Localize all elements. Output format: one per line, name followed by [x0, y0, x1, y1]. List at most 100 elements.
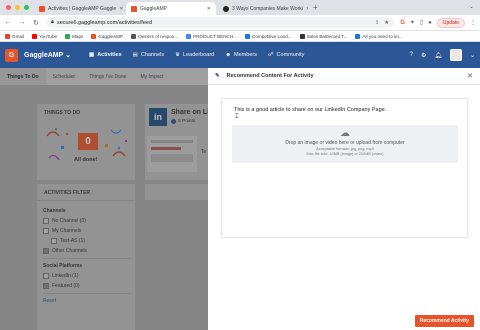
bookmarks-bar: Gmail YouTube Maps GaggleAMP Owners of r…	[0, 31, 480, 42]
browser-tab-1[interactable]: Activities | GaggleAMP Gaggle ✕	[34, 2, 124, 15]
bookmark-maps[interactable]: Maps	[65, 33, 84, 39]
maps-icon	[65, 33, 71, 39]
settings-gear-icon[interactable]: ⚙	[421, 52, 426, 59]
browser-tab-3[interactable]: 3 Ways Companies Make Worki ✕	[218, 2, 308, 15]
bookmark-all-you-need[interactable]: All you need to kn...	[355, 33, 403, 39]
bookmark-page-icon	[355, 33, 361, 39]
nav-leaderboard[interactable]: ♛ Leaderboard	[175, 52, 214, 58]
sidebar-icon[interactable]: ▯	[420, 19, 423, 26]
activities-icon: ▦	[88, 52, 95, 58]
menu-kebab-icon[interactable]: ⋮	[470, 19, 476, 26]
bookmark-page-icon	[186, 33, 192, 39]
bookmark-owners[interactable]: Owners of respon...	[131, 33, 179, 39]
bookmark-sales-battlecard[interactable]: Sales Battlecard T...	[299, 33, 348, 39]
cloud-upload-icon: ☁	[340, 128, 350, 139]
bookmark-competitive[interactable]: Competitive Land...	[245, 33, 292, 39]
forward-arrow-icon[interactable]: →	[18, 19, 26, 26]
new-tab-icon[interactable]: +	[313, 3, 318, 12]
nav-label: Members	[234, 52, 257, 58]
bookmark-label: All you need to kn...	[362, 33, 403, 39]
close-tab-icon[interactable]: ✕	[119, 6, 123, 12]
content-editor[interactable]: This is a good article to share on our L…	[221, 98, 468, 238]
maximize-window-button[interactable]	[24, 5, 29, 10]
tab-label: 3 Ways Companies Make Worki	[232, 5, 303, 12]
close-icon[interactable]: ✕	[467, 72, 473, 80]
nav-label: Community	[276, 52, 305, 58]
leaderboard-icon: ♛	[175, 52, 181, 58]
bookmark-product-bench[interactable]: PRODUCT BENCH...	[186, 33, 237, 39]
site-favicon-icon	[223, 5, 229, 12]
edit-pencil-icon: ✎	[215, 73, 220, 79]
nav-label: Activities	[97, 52, 122, 58]
nav-community[interactable]: ☍ Community	[268, 52, 304, 58]
browser-tab-strip: Activities | GaggleAMP Gaggle ✕ GaggleAM…	[0, 0, 480, 15]
reload-icon[interactable]: ↻	[32, 19, 40, 27]
chevron-down-icon: ⌄	[65, 52, 71, 59]
extension-g-icon[interactable]: G	[400, 20, 405, 26]
panel-title: Recommend Content For Activity	[226, 73, 314, 79]
lock-icon: 🔒︎	[51, 19, 54, 25]
close-tab-icon[interactable]: ✕	[306, 6, 308, 12]
recommend-content-panel: ✎ Recommend Content For Activity ✕ This …	[208, 68, 480, 330]
help-icon[interactable]: ?	[410, 52, 413, 58]
nav-label: Channels	[140, 52, 165, 58]
bookmark-page-icon	[299, 33, 305, 39]
minimize-window-button[interactable]	[15, 5, 20, 10]
nav-channels[interactable]: ▤ Channels	[133, 52, 164, 58]
dropzone-formats: Acceptable formats: jpg, png, mp4	[316, 147, 374, 151]
members-icon: ☻	[225, 52, 232, 58]
panel-header: ✎ Recommend Content For Activity ✕	[208, 68, 480, 85]
close-window-button[interactable]	[6, 5, 11, 10]
bookmark-label: Gmail	[12, 33, 24, 39]
profile-icon[interactable]: ●	[428, 20, 432, 26]
window-controls	[6, 5, 29, 10]
gaggleamp-favicon-icon	[39, 5, 45, 12]
bookmark-star-icon[interactable]: ★	[384, 20, 389, 26]
bookmark-label: GaggleAMP	[98, 33, 124, 39]
tab-search-chevron-icon[interactable]: ⌄	[469, 3, 474, 10]
bookmark-label: Maps	[72, 33, 84, 39]
back-arrow-icon[interactable]: ←	[4, 19, 12, 26]
bookmark-label: PRODUCT BENCH...	[193, 33, 237, 39]
url-text: secure6.gaggleamp.com/activities/feed	[56, 19, 153, 26]
bookmark-label: Sales Battlecard T...	[306, 33, 348, 39]
update-button[interactable]: Update	[436, 17, 465, 28]
mouse-cursor-icon: ⌶	[235, 114, 239, 120]
nav-label: Leaderboard	[183, 52, 215, 58]
bookmark-gaggleamp[interactable]: GaggleAMP	[91, 33, 124, 39]
url-bar[interactable]: 🔒︎ secure6.gaggleamp.com/activities/feed…	[46, 17, 395, 28]
bookmark-gmail[interactable]: Gmail	[5, 33, 24, 39]
gaggleamp-favicon-icon	[131, 5, 137, 12]
youtube-icon	[32, 33, 37, 39]
user-avatar[interactable]	[449, 49, 462, 61]
nav-activities[interactable]: ▦ Activities	[89, 52, 122, 58]
close-tab-icon[interactable]: ✕	[207, 6, 211, 12]
recommendation-message[interactable]: This is a good article to share on our L…	[234, 107, 386, 113]
tab-label: Activities | GaggleAMP Gaggle	[48, 5, 117, 12]
media-dropzone[interactable]: ☁ Drop an image or video here or upload …	[232, 125, 458, 163]
brand-switcher[interactable]: GaggleAMP ⌄	[24, 51, 71, 59]
chevron-down-icon[interactable]: ⌄	[470, 52, 475, 59]
dropzone-size-limit: Max file size: 10MB (image) or 200MB (vi…	[306, 152, 384, 156]
channels-icon: ▤	[132, 52, 138, 58]
tab-label: GaggleAMP	[140, 5, 167, 12]
nav-members[interactable]: ☻ Members	[225, 52, 257, 58]
bookmark-label: YouTube	[39, 33, 58, 39]
dropzone-instructions: Drop an image or video here or upload fr…	[285, 140, 405, 146]
browser-tab-2[interactable]: GaggleAMP ✕	[126, 2, 216, 15]
logo-letter: G	[8, 51, 15, 59]
community-icon: ☍	[267, 52, 274, 58]
gmail-icon	[5, 33, 10, 39]
gaggleamp-icon	[91, 33, 97, 39]
recommend-activity-button[interactable]: Recommend Activity	[414, 315, 474, 327]
address-toolbar: ← → ↻ 🔒︎ secure6.gaggleamp.com/activitie…	[0, 15, 480, 31]
bookmark-youtube[interactable]: YouTube	[32, 33, 58, 39]
notifications-bell-icon[interactable]: 🔔︎	[434, 52, 442, 59]
gaggleamp-logo[interactable]: G	[5, 48, 18, 62]
app-navbar: G GaggleAMP ⌄ ▦ Activities ▤ Channels ♛ Lea…	[0, 42, 480, 68]
extensions-puzzle-icon[interactable]: ✦	[410, 19, 415, 26]
bookmark-label: Owners of respon...	[138, 33, 179, 39]
bookmark-label: Competitive Land...	[252, 33, 292, 39]
modal-backdrop[interactable]	[0, 68, 208, 330]
share-icon[interactable]: ⇪	[375, 20, 380, 26]
